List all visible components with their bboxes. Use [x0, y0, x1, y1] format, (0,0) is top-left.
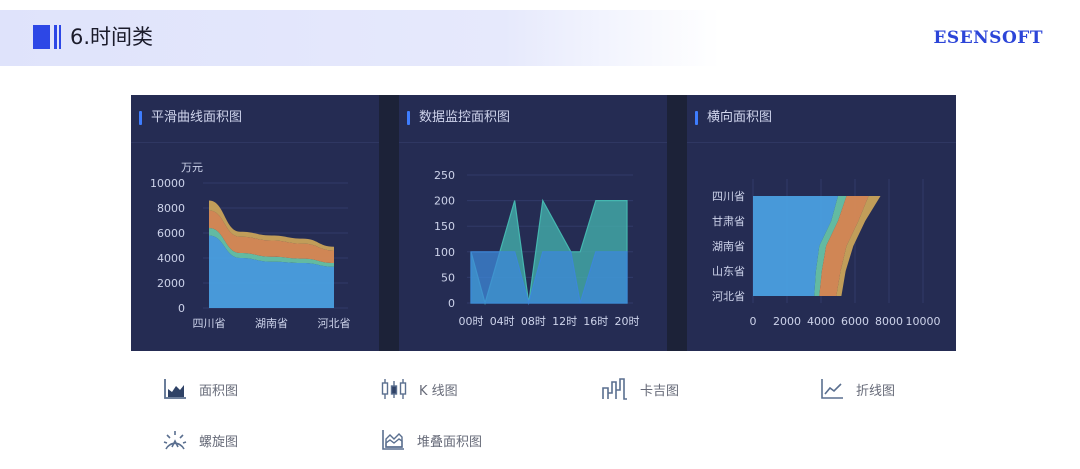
chart-type-stacked-area[interactable]: 堆叠面积图 [381, 429, 482, 451]
stacked-area-icon [382, 430, 404, 450]
chart-type-candlestick[interactable]: K 线图 [381, 378, 458, 400]
section-marker-bar [54, 25, 57, 49]
y-tick-label: 250 [434, 169, 455, 182]
y-tick-label: 0 [448, 297, 455, 310]
x-tick-label: 四川省 [193, 317, 226, 330]
y-tick-label: 200 [434, 195, 455, 208]
x-tick-label: 湖南省 [255, 317, 288, 330]
x-axis-ticks: 0 2000 4000 6000 8000 10000 [750, 315, 941, 328]
chart-type-label: 螺旋图 [199, 434, 239, 450]
x-tick-label: 00时 [459, 315, 484, 328]
y-tick-label: 河北省 [712, 290, 745, 303]
y-axis-ticks: 河北省 山东省 湖南省 甘肃省 四川省 [712, 190, 745, 303]
monitor-area-chart: 0 50 100 150 200 250 00时 04时 08时 12时 16时 20时 [434, 169, 640, 328]
y-tick-label: 8000 [157, 202, 185, 215]
horizontal-area-panel: 横向面积图 河北省 山东省 湖南省 甘肃省 四川省 0 2000 4000 6000 8000 1… [687, 95, 956, 351]
chart-type-label: 面积图 [199, 383, 239, 399]
x-tick-label: 12时 [552, 315, 577, 328]
x-tick-label: 4000 [807, 315, 835, 328]
y-tick-label: 6000 [157, 227, 185, 240]
y-tick-label: 50 [441, 271, 455, 284]
x-axis-ticks: 00时 04时 08时 12时 16时 20时 [459, 315, 640, 328]
spiral-chart-icon [163, 431, 187, 450]
x-tick-label: 10000 [906, 315, 941, 328]
y-tick-label: 100 [434, 246, 455, 259]
x-tick-label: 16时 [583, 315, 608, 328]
chart-type-area[interactable]: 面积图 [163, 378, 238, 400]
area-series [470, 251, 628, 306]
x-tick-label: 6000 [841, 315, 869, 328]
kagi-chart-icon [602, 378, 627, 400]
chart-type-label: K 线图 [419, 383, 458, 399]
y-tick-label: 10000 [150, 177, 185, 190]
chart-areas [753, 196, 881, 296]
chart-type-kagi[interactable]: 卡吉图 [602, 378, 679, 400]
x-tick-label: 08时 [521, 315, 546, 328]
x-tick-label: 8000 [875, 315, 903, 328]
y-tick-label: 湖南省 [712, 240, 745, 253]
candlestick-icon [381, 379, 407, 399]
y-tick-label: 4000 [157, 252, 185, 265]
chart-areas [209, 200, 334, 308]
section-marker-bar [59, 25, 61, 49]
page-title: 6.时间类 [70, 25, 154, 49]
panel-title: 平滑曲线面积图 [138, 110, 243, 125]
chart-type-label: 卡吉图 [640, 383, 680, 399]
y-tick-label: 2000 [157, 277, 185, 290]
x-tick-label: 04时 [490, 315, 515, 328]
chart-type-spiral[interactable]: 螺旋图 [163, 429, 238, 451]
chart-type-line[interactable]: 折线图 [820, 378, 895, 400]
area-chart-icon [164, 379, 186, 399]
brand-logo: ESENSOFT [933, 28, 1043, 48]
y-tick-label: 山东省 [712, 265, 745, 278]
x-axis-ticks: 四川省 湖南省 河北省 [193, 317, 351, 330]
y-tick-label: 四川省 [712, 190, 745, 203]
horizontal-area-chart: 河北省 山东省 湖南省 甘肃省 四川省 0 2000 4000 6000 8000 10000 [712, 179, 941, 328]
line-chart-icon [821, 379, 843, 399]
y-axis-ticks: 0 50 100 150 200 250 [434, 169, 455, 310]
section-marker [33, 25, 50, 49]
y-axis-ticks: 0 2000 4000 6000 8000 10000 [150, 177, 185, 315]
chart-dashboard: 平滑曲线面积图 0 2000 4000 6000 8000 10000 四川省 湖南省 河北省… [131, 95, 956, 351]
chart-type-label: 折线图 [856, 383, 896, 399]
x-tick-label: 20时 [615, 315, 640, 328]
monitor-area-panel: 数据监控面积图 0 50 100 150 200 250 00时 04时 08时 12时 16时 2… [399, 95, 667, 351]
x-tick-label: 河北省 [318, 317, 351, 330]
panel-title: 横向面积图 [694, 110, 773, 125]
x-tick-label: 0 [750, 315, 757, 328]
y-tick-label: 0 [178, 302, 185, 315]
y-tick-label: 甘肃省 [712, 215, 745, 228]
smooth-area-chart: 0 2000 4000 6000 8000 10000 四川省 湖南省 河北省 万元 [150, 161, 351, 330]
y-axis-unit: 万元 [181, 161, 203, 174]
chart-areas [470, 198, 628, 306]
smooth-area-panel: 平滑曲线面积图 0 2000 4000 6000 8000 10000 四川省 湖南省 河北省… [131, 95, 379, 351]
y-tick-label: 150 [434, 220, 455, 233]
x-tick-label: 2000 [773, 315, 801, 328]
panel-title: 数据监控面积图 [406, 110, 511, 125]
chart-type-label: 堆叠面积图 [417, 434, 483, 450]
